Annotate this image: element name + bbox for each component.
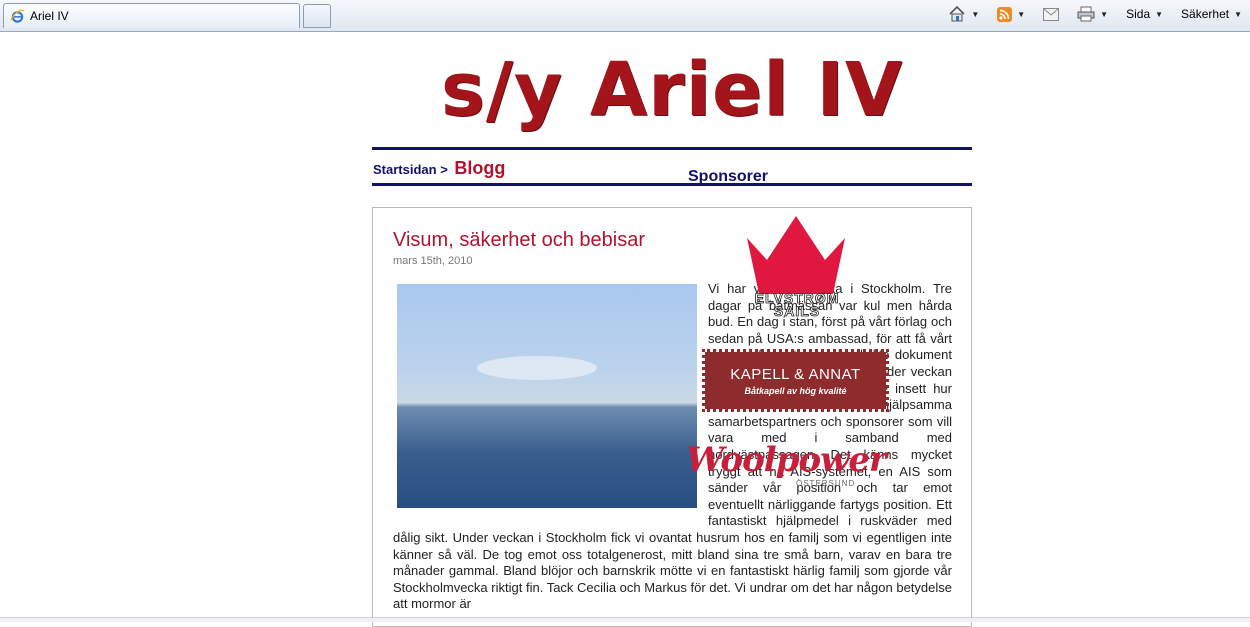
breadcrumb-current: Blogg [454, 158, 506, 178]
kapell-name: KAPELL & ANNAT [730, 366, 861, 383]
chevron-down-icon: ▼ [1155, 9, 1164, 19]
printer-icon [1077, 6, 1095, 22]
breadcrumb-separator: > [440, 162, 448, 177]
header-divider-bottom [372, 183, 972, 186]
internet-explorer-icon [10, 9, 25, 23]
safety-menu-label: Säkerhet [1181, 7, 1230, 21]
new-tab-button[interactable] [303, 4, 331, 28]
command-bar: ▼ ▼ ▼ Sida ▼ Säkerhet ▼ [948, 4, 1242, 24]
read-mail-button[interactable] [1043, 4, 1060, 24]
header-divider-top [372, 147, 972, 150]
tab-title: Ariel IV [30, 9, 69, 23]
elvstrom-sails: SAILS [773, 303, 821, 319]
safety-menu-button[interactable]: Säkerhet ▼ [1181, 4, 1242, 24]
print-button[interactable]: ▼ [1077, 4, 1108, 24]
kapell-annat-logo[interactable]: KAPELL & ANNAT Båtkapell av hög kvalité [702, 349, 889, 412]
browser-tab-active[interactable]: Ariel IV [3, 3, 300, 28]
post-date: mars 15th, 2010 [393, 255, 473, 267]
chevron-down-icon[interactable]: ▼ [1017, 10, 1025, 19]
breadcrumb: Startsidan > Blogg [373, 158, 505, 179]
woolpower-logo[interactable]: Woolpower [686, 440, 887, 480]
woolpower-city: ÖSTERSUND [796, 479, 856, 488]
page-menu-label: Sida [1126, 7, 1151, 21]
breadcrumb-home-link[interactable]: Startsidan [373, 162, 437, 177]
status-bar [0, 617, 1250, 622]
mail-icon [1043, 7, 1060, 21]
page-menu-button[interactable]: Sida ▼ [1126, 4, 1163, 24]
site-logo[interactable]: s/y Ariel IV [372, 40, 972, 140]
browser-toolbar: Ariel IV ▼ ▼ ▼ Sida ▼ Säkerhet ▼ [0, 0, 1250, 32]
elvstrom-sails-logo[interactable]: ELVSTRØM SAILS [738, 291, 856, 319]
home-button[interactable]: ▼ [948, 4, 979, 24]
blog-post: Visum, säkerhet och bebisar mars 15th, 2… [372, 207, 972, 627]
post-title[interactable]: Visum, säkerhet och bebisar [393, 229, 645, 252]
chevron-down-icon: ▼ [1234, 9, 1242, 19]
feeds-button[interactable]: ▼ [997, 4, 1025, 24]
home-icon [949, 5, 965, 22]
rss-icon [997, 6, 1013, 22]
chevron-down-icon[interactable]: ▼ [1100, 10, 1108, 19]
chevron-down-icon[interactable]: ▼ [971, 10, 979, 19]
elvstrom-crown-logo[interactable] [745, 216, 847, 294]
kapell-tagline: Båtkapell av hög kvalité [744, 386, 847, 396]
